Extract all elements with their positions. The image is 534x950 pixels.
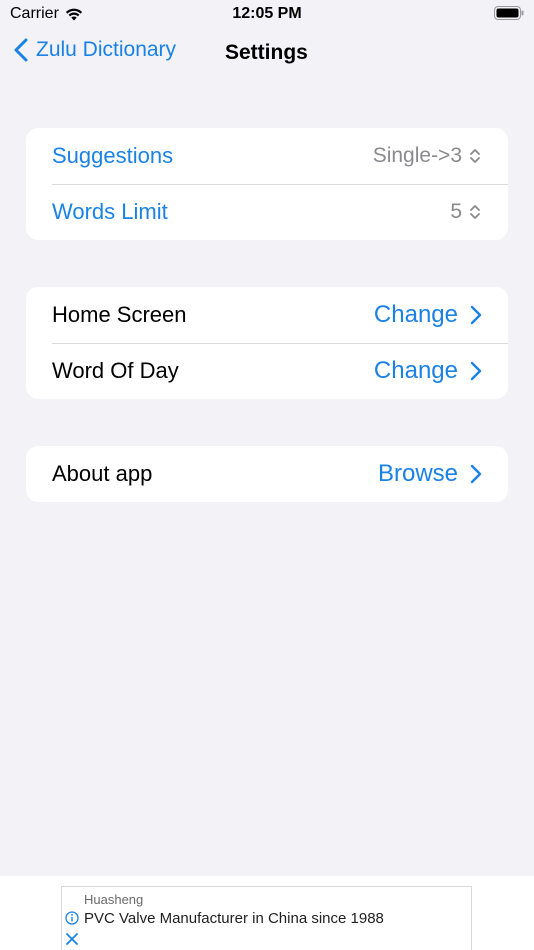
word-of-day-label: Word Of Day xyxy=(52,358,179,383)
suggestions-value: Single->3 xyxy=(372,144,462,167)
word-of-day-change-label: Change xyxy=(373,357,458,384)
settings-group-search: Suggestions Single->3 Words Limit 5 xyxy=(26,128,508,240)
battery-icon xyxy=(494,6,524,20)
words-limit-value: 5 xyxy=(450,200,462,223)
navigation-bar: Zulu Dictionary Settings xyxy=(0,30,534,80)
home-screen-label: Home Screen xyxy=(52,302,187,327)
chevron-up-down-icon xyxy=(470,149,480,163)
settings-group-widgets: Home Screen Change Word Of Day Change xyxy=(26,287,508,399)
home-screen-change-label: Change xyxy=(373,301,458,328)
close-icon[interactable] xyxy=(65,932,79,946)
home-screen-row[interactable]: Home Screen Change xyxy=(26,287,508,343)
chevron-left-icon xyxy=(14,38,28,62)
word-of-day-row[interactable]: Word Of Day Change xyxy=(26,343,508,399)
chevron-right-icon xyxy=(470,464,482,484)
words-limit-picker[interactable]: 5 xyxy=(450,200,482,224)
status-bar: Carrier 12:05 PM xyxy=(0,0,534,30)
back-button[interactable]: Zulu Dictionary xyxy=(14,38,176,62)
settings-group-about: About app Browse xyxy=(26,446,508,502)
info-icon[interactable] xyxy=(65,911,79,925)
page-title: Settings xyxy=(225,41,308,64)
status-time: 12:05 PM xyxy=(232,5,302,22)
about-app-browse-button[interactable]: Browse xyxy=(378,460,482,488)
word-of-day-change-button[interactable]: Change xyxy=(374,357,482,385)
suggestions-row[interactable]: Suggestions Single->3 xyxy=(26,128,508,184)
about-app-browse-label: Browse xyxy=(377,460,458,487)
suggestions-label: Suggestions xyxy=(52,143,174,168)
suggestions-picker[interactable]: Single->3 xyxy=(373,144,482,168)
ad-headline[interactable]: PVC Valve Manufacturer in China since 19… xyxy=(84,909,384,928)
chevron-up-down-icon xyxy=(470,205,480,219)
words-limit-label: Words Limit xyxy=(52,199,168,224)
chevron-right-icon xyxy=(470,305,482,325)
back-button-label: Zulu Dictionary xyxy=(36,38,177,61)
ad-area: Huasheng PVC Valve Manufacturer in China… xyxy=(0,876,534,950)
about-app-row[interactable]: About app Browse xyxy=(26,446,508,502)
ad-advertiser: Huasheng xyxy=(84,892,144,907)
chevron-right-icon xyxy=(470,361,482,381)
words-limit-row[interactable]: Words Limit 5 xyxy=(26,184,508,240)
about-app-label: About app xyxy=(52,461,153,486)
ad-banner[interactable]: Huasheng PVC Valve Manufacturer in China… xyxy=(61,886,472,950)
home-screen-change-button[interactable]: Change xyxy=(374,301,482,329)
